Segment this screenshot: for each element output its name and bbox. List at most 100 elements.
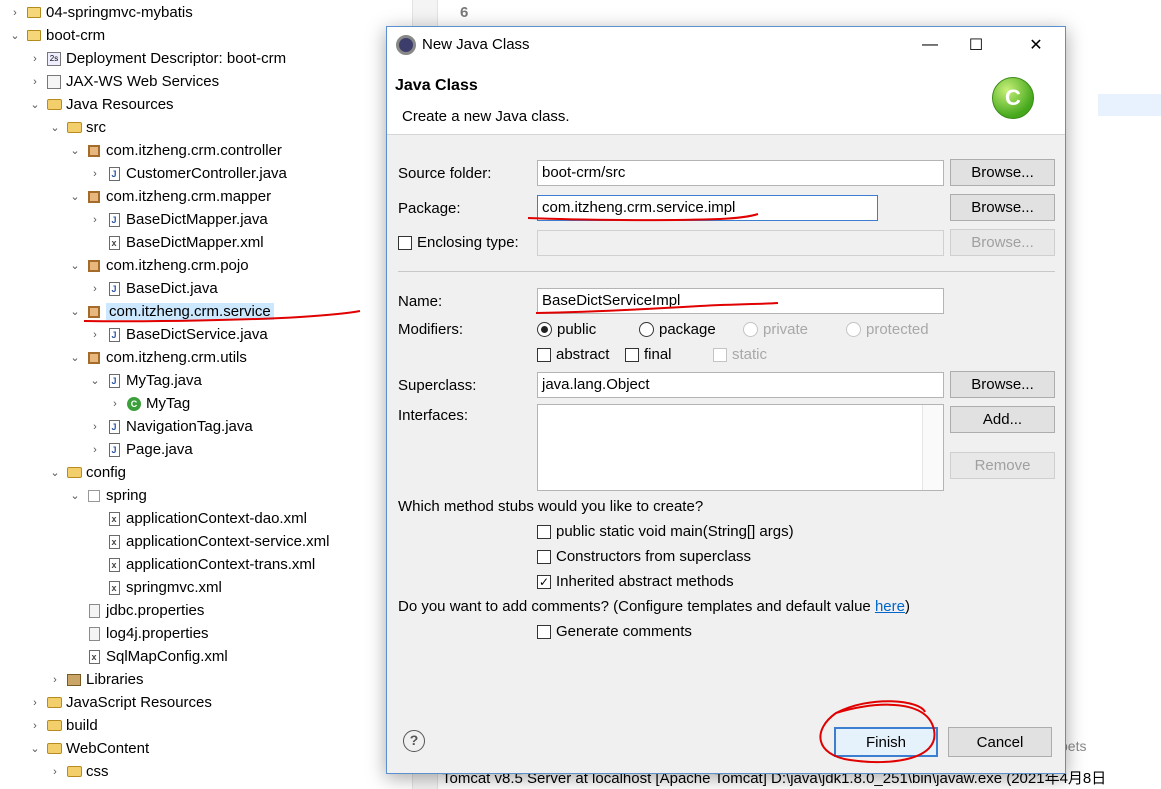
collapse-arrow-icon[interactable]: ⌄ xyxy=(68,351,82,364)
tree-item[interactable]: jdbc.properties xyxy=(68,599,204,622)
tree-item[interactable]: › 04-springmvc-mybatis xyxy=(8,1,193,24)
tree-item[interactable]: x SqlMapConfig.xml xyxy=(68,645,228,668)
expand-arrow-icon[interactable]: › xyxy=(108,398,122,410)
tree-item[interactable]: › build xyxy=(28,714,98,737)
tree-item[interactable]: x springmvc.xml xyxy=(88,576,222,599)
expand-arrow-icon[interactable]: › xyxy=(28,720,42,732)
superclass-browse-button[interactable]: Browse... xyxy=(950,371,1055,398)
expand-arrow-icon[interactable]: › xyxy=(88,214,102,226)
package-field[interactable]: com.itzheng.crm.service.impl xyxy=(537,195,878,221)
enclosing-type-checkbox[interactable]: Enclosing type: xyxy=(398,234,519,251)
collapse-arrow-icon[interactable]: ⌄ xyxy=(28,742,42,755)
tree-item[interactable]: ⌄ com.itzheng.crm.controller xyxy=(68,139,282,162)
enclosing-type-checkbox-box[interactable] xyxy=(398,235,412,250)
source-folder-browse-button[interactable]: Browse... xyxy=(950,159,1055,186)
final-checkbox-box[interactable] xyxy=(625,347,639,362)
expand-arrow-icon[interactable]: › xyxy=(88,329,102,341)
tree-item[interactable]: › J NavigationTag.java xyxy=(88,415,253,438)
name-field[interactable]: BaseDictServiceImpl xyxy=(537,288,944,314)
stub-constructors-checkbox[interactable]: Constructors from superclass xyxy=(537,548,751,565)
tree-item[interactable]: ⌄ J MyTag.java xyxy=(88,369,201,392)
static-checkbox-box[interactable] xyxy=(713,347,727,362)
stub-constructors-checkbox-box[interactable] xyxy=(537,549,551,564)
modifier-public-radio[interactable]: public xyxy=(537,321,596,338)
collapse-arrow-icon[interactable]: ⌄ xyxy=(28,98,42,111)
collapse-arrow-icon[interactable]: ⌄ xyxy=(68,489,82,502)
modifier-final-checkbox[interactable]: final xyxy=(625,346,672,363)
stub-main-checkbox-box[interactable] xyxy=(537,524,551,539)
tree-item[interactable]: x applicationContext-dao.xml xyxy=(88,507,307,530)
expand-arrow-icon[interactable]: › xyxy=(28,76,42,88)
collapse-arrow-icon[interactable]: ⌄ xyxy=(88,374,102,387)
tree-item[interactable]: › JavaScript Resources xyxy=(28,691,212,714)
tree-item[interactable]: › 2s Deployment Descriptor: boot-crm xyxy=(28,47,286,70)
tree-item[interactable]: ⌄ com.itzheng.crm.service xyxy=(68,300,274,323)
modifier-private-radio[interactable]: private xyxy=(743,321,808,338)
collapse-arrow-icon[interactable]: ⌄ xyxy=(48,466,62,479)
radio-package[interactable] xyxy=(639,322,654,337)
tree-item[interactable]: ⌄ com.itzheng.crm.utils xyxy=(68,346,246,369)
cancel-button[interactable]: Cancel xyxy=(948,727,1052,757)
collapse-arrow-icon[interactable]: ⌄ xyxy=(48,121,62,134)
expand-arrow-icon[interactable]: › xyxy=(48,674,62,686)
radio-private[interactable] xyxy=(743,322,758,337)
tree-item[interactable]: › J BaseDict.java xyxy=(88,277,218,300)
tree-item[interactable]: › Libraries xyxy=(48,668,143,691)
configure-templates-link[interactable]: here xyxy=(875,598,905,615)
tree-item[interactable]: ⌄ WebContent xyxy=(28,737,149,760)
abstract-checkbox-box[interactable] xyxy=(537,347,551,362)
generate-comments-checkbox[interactable]: Generate comments xyxy=(537,623,692,640)
superclass-field[interactable]: java.lang.Object xyxy=(537,372,944,398)
tree-item[interactable]: › J Page.java xyxy=(88,438,193,461)
finish-button[interactable]: Finish xyxy=(834,727,938,757)
close-icon[interactable]: ✕ xyxy=(1013,27,1059,62)
interfaces-remove-button[interactable]: Remove xyxy=(950,452,1055,479)
collapse-arrow-icon[interactable]: ⌄ xyxy=(68,305,82,318)
tree-item[interactable]: ⌄ src xyxy=(48,116,106,139)
tree-item[interactable]: ⌄ spring xyxy=(68,484,146,507)
tree-item[interactable]: ⌄ com.itzheng.crm.pojo xyxy=(68,254,248,277)
enclosing-type-field[interactable] xyxy=(537,230,944,256)
tree-item[interactable]: ⌄ boot-crm xyxy=(8,24,105,47)
collapse-arrow-icon[interactable]: ⌄ xyxy=(68,259,82,272)
tree-item[interactable]: › J CustomerController.java xyxy=(88,162,287,185)
minimize-icon[interactable]: — xyxy=(907,27,953,62)
modifier-package-radio[interactable]: package xyxy=(639,321,716,338)
generate-comments-checkbox-box[interactable] xyxy=(537,624,551,639)
expand-arrow-icon[interactable]: › xyxy=(28,697,42,709)
collapse-arrow-icon[interactable]: ⌄ xyxy=(8,29,22,42)
maximize-icon[interactable]: ☐ xyxy=(953,27,999,62)
package-browse-button[interactable]: Browse... xyxy=(950,194,1055,221)
tree-item[interactable]: ⌄ com.itzheng.crm.mapper xyxy=(68,185,271,208)
dialog-titlebar[interactable]: New Java Class — ☐ ✕ xyxy=(387,27,1065,62)
radio-protected[interactable] xyxy=(846,322,861,337)
tree-item[interactable]: ⌄ config xyxy=(48,461,126,484)
help-icon[interactable]: ? xyxy=(403,730,425,752)
interfaces-add-button[interactable]: Add... xyxy=(950,406,1055,433)
expand-arrow-icon[interactable]: › xyxy=(88,283,102,295)
expand-arrow-icon[interactable]: › xyxy=(8,7,22,19)
collapse-arrow-icon[interactable]: ⌄ xyxy=(68,190,82,203)
tree-item[interactable]: log4j.properties xyxy=(68,622,209,645)
tree-item[interactable]: › JAX-WS Web Services xyxy=(28,70,219,93)
tree-item[interactable]: x applicationContext-service.xml xyxy=(88,530,329,553)
tree-item[interactable]: › J BaseDictService.java xyxy=(88,323,268,346)
modifier-static-checkbox[interactable]: static xyxy=(713,346,767,363)
collapse-arrow-icon[interactable]: ⌄ xyxy=(68,144,82,157)
modifier-protected-radio[interactable]: protected xyxy=(846,321,929,338)
stub-inherited-checkbox[interactable]: ✓ Inherited abstract methods xyxy=(537,573,734,590)
source-folder-field[interactable]: boot-crm/src xyxy=(537,160,944,186)
stub-main-checkbox[interactable]: public static void main(String[] args) xyxy=(537,523,794,540)
expand-arrow-icon[interactable]: › xyxy=(88,421,102,433)
interfaces-scrollbar[interactable] xyxy=(922,405,943,490)
tree-item[interactable]: ⌄ Java Resources xyxy=(28,93,173,116)
tree-item[interactable]: › J BaseDictMapper.java xyxy=(88,208,268,231)
radio-public[interactable] xyxy=(537,322,552,337)
enclosing-type-browse-button[interactable]: Browse... xyxy=(950,229,1055,256)
tree-item[interactable]: › C MyTag xyxy=(108,392,190,415)
tree-item[interactable]: › css xyxy=(48,760,108,783)
interfaces-list[interactable] xyxy=(537,404,944,491)
expand-arrow-icon[interactable]: › xyxy=(28,53,42,65)
stub-inherited-checkbox-box[interactable]: ✓ xyxy=(537,574,551,589)
tree-item[interactable]: x applicationContext-trans.xml xyxy=(88,553,315,576)
